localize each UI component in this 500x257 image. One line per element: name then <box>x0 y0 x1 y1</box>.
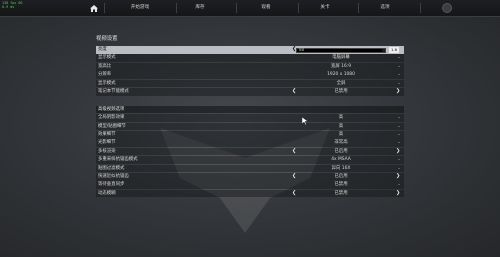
nav-separator <box>420 3 421 13</box>
setting-row[interactable]: 显示模式 全屏 ⌄ <box>96 79 404 88</box>
chevron-down-icon[interactable]: ⌄ <box>397 123 401 131</box>
row-label: 显示模式 <box>98 80 116 86</box>
chevron-left-icon[interactable]: ❮ <box>292 173 296 181</box>
chevron-right-icon[interactable]: ❯ <box>396 148 400 156</box>
row-value: 4x MSAA <box>331 157 351 163</box>
nav-separator <box>176 3 177 13</box>
row-value: 电脑屏幕 <box>332 55 350 61</box>
row-label: 模型/贴图细节 <box>98 123 126 129</box>
nav-separator <box>104 3 105 13</box>
row-value: 已启用 <box>334 173 348 179</box>
settings-list: 亮度 ❮ 88 1.6 显示模式 电脑屏幕 ⌄ 宽高比 宽屏 16:9 ⌄ 分辨率 1920 … <box>96 46 404 198</box>
nav-levels[interactable]: 关卡 <box>305 0 345 16</box>
row-value: 高 <box>338 115 344 121</box>
chevron-right-icon[interactable]: ❯ <box>396 88 400 96</box>
slider-value-box: 1.6 <box>389 47 399 53</box>
row-value: 异向 16X <box>331 165 351 171</box>
nav-play[interactable]: 开始游戏 <box>120 0 160 16</box>
chevron-down-icon[interactable]: ⌄ <box>397 63 401 71</box>
fps-overlay: 138 fps 60 0.9 ms <box>2 1 22 9</box>
setting-row[interactable]: 贴图过滤模式 异向 16X ⌄ <box>96 164 404 173</box>
chevron-down-icon[interactable]: ⌄ <box>397 181 401 189</box>
setting-row[interactable]: 宽高比 宽屏 16:9 ⌄ <box>96 62 404 71</box>
chevron-down-icon[interactable]: ⌄ <box>397 54 401 62</box>
row-label: 分辨率 <box>98 72 112 78</box>
section-title: 视频设置 <box>96 36 118 42</box>
slider-value: 88 <box>299 47 305 52</box>
nav-separator <box>298 3 299 13</box>
mouse-cursor-icon <box>302 117 308 125</box>
row-label: 宽高比 <box>98 63 112 69</box>
setting-row[interactable]: 多重采样抗锯齿模式 4x MSAA ⌄ <box>96 156 404 164</box>
row-label: 等待垂直同步 <box>98 182 125 188</box>
advanced-title: 高级视频选项 <box>98 106 125 112</box>
setting-row[interactable]: 模型/贴图细节 高 ⌄ <box>96 122 404 131</box>
nav-watch[interactable]: 观看 <box>246 0 286 16</box>
row-label: 动态模糊 <box>98 190 116 196</box>
nav-options[interactable]: 选项 <box>365 0 405 16</box>
row-value: 高 <box>338 131 344 137</box>
row-label: 效果细节 <box>98 131 116 137</box>
setting-row[interactable]: 等待垂直同步 已禁用 ⌄ <box>96 181 404 190</box>
slider-fill <box>297 49 383 53</box>
row-value: 已禁用 <box>334 182 348 188</box>
chevron-down-icon[interactable]: ⌄ <box>397 139 401 147</box>
brightness-slider[interactable] <box>296 48 386 54</box>
row-label: 多核渲染 <box>98 148 116 154</box>
chevron-down-icon[interactable]: ⌄ <box>397 80 401 88</box>
setting-row[interactable]: 分辨率 1920 x 1080 ⌄ <box>96 71 404 79</box>
row-value: 非常高 <box>334 140 348 146</box>
chevron-left-icon[interactable]: ❮ <box>292 88 296 96</box>
power-button[interactable] <box>440 1 454 15</box>
setting-row[interactable]: 笔记本节能模式 已禁用 ❮ ❯ <box>96 88 404 96</box>
row-value: 已禁用 <box>334 89 348 95</box>
nav-inventory[interactable]: 库存 <box>180 0 220 16</box>
chevron-right-icon[interactable]: ❯ <box>396 173 400 181</box>
row-value: 已启用 <box>334 148 348 154</box>
top-nav-bar: 138 fps 60 0.9 ms 开始游戏 库存 观看 关卡 选项 <box>0 0 500 17</box>
row-label: 全局阴影效果 <box>98 115 125 121</box>
row-label: 快速近似抗锯齿 <box>98 173 129 179</box>
row-label: 笔记本节能模式 <box>98 89 129 95</box>
setting-row[interactable]: 光影细节 非常高 ⌄ <box>96 139 404 148</box>
row-value: 1920 x 1080 <box>327 72 355 78</box>
nav-separator <box>236 3 237 13</box>
home-icon <box>90 4 98 12</box>
power-icon <box>442 3 452 13</box>
chevron-left-icon[interactable]: ❮ <box>292 148 296 156</box>
chevron-down-icon[interactable]: ⌄ <box>397 71 401 79</box>
row-label: 显示模式 <box>98 55 116 61</box>
row-value: 已禁用 <box>334 190 348 196</box>
frametime-text: 0.9 ms <box>2 5 15 9</box>
chevron-left-icon[interactable]: ❮ <box>292 190 296 198</box>
chevron-right-icon[interactable]: ❯ <box>396 190 400 198</box>
chevron-down-icon[interactable]: ⌄ <box>397 131 401 139</box>
setting-row[interactable]: 显示模式 电脑屏幕 ⌄ <box>96 54 404 63</box>
row-value: 高 <box>338 123 344 129</box>
setting-row[interactable]: 多核渲染 已启用 ❮ ❯ <box>96 147 404 156</box>
row-label: 贴图过滤模式 <box>98 165 125 171</box>
home-button[interactable] <box>86 0 102 16</box>
row-value: 宽屏 16:9 <box>330 63 352 69</box>
setting-row[interactable]: 效果细节 高 ⌄ <box>96 130 404 139</box>
row-label: 亮度 <box>98 47 107 52</box>
setting-row[interactable]: 快速近似抗锯齿 已启用 ❮ ❯ <box>96 172 404 181</box>
advanced-header: 高级视频选项 <box>96 105 404 114</box>
setting-row[interactable]: 动态模糊 已禁用 ❮ ❯ <box>96 189 404 198</box>
row-value: 全屏 <box>336 80 346 86</box>
chevron-down-icon[interactable]: ⌄ <box>397 156 401 164</box>
chevron-down-icon[interactable]: ⌄ <box>397 165 401 173</box>
row-label: 多重采样抗锯齿模式 <box>98 157 138 163</box>
brightness-row[interactable]: 亮度 ❮ 88 1.6 <box>96 46 404 54</box>
chevron-down-icon[interactable]: ⌄ <box>397 114 401 122</box>
row-label: 光影细节 <box>98 140 116 146</box>
nav-separator <box>358 3 359 13</box>
setting-row[interactable]: 全局阴影效果 高 ⌄ <box>96 114 404 122</box>
